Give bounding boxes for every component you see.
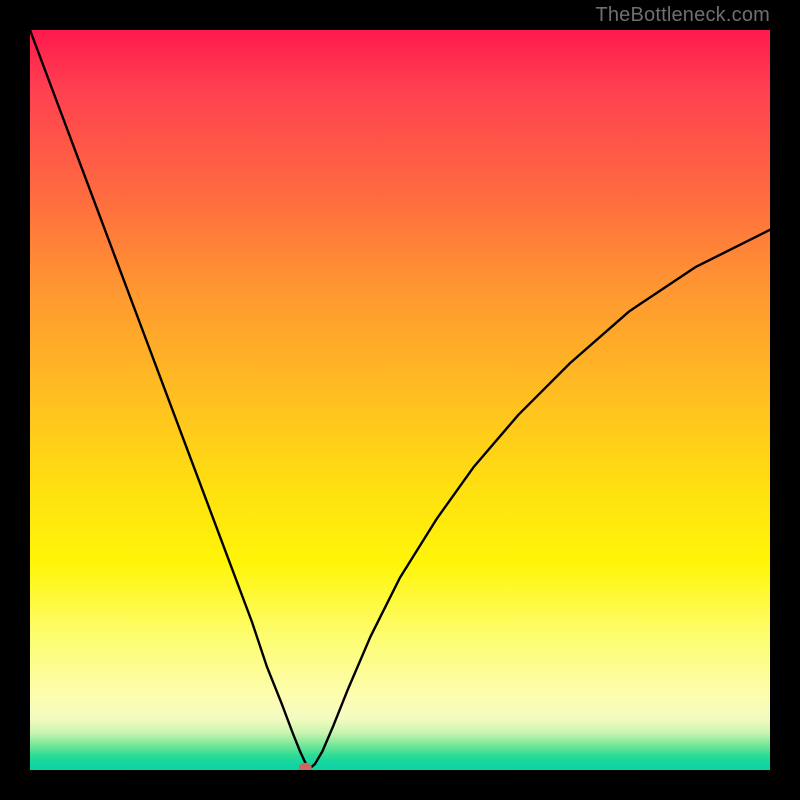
watermark-text: TheBottleneck.com <box>595 4 770 27</box>
bottleneck-curve <box>30 30 770 769</box>
optimum-marker <box>299 763 312 770</box>
plot-area <box>30 30 770 770</box>
chart-frame: TheBottleneck.com <box>0 0 800 800</box>
curve-layer <box>30 30 770 770</box>
